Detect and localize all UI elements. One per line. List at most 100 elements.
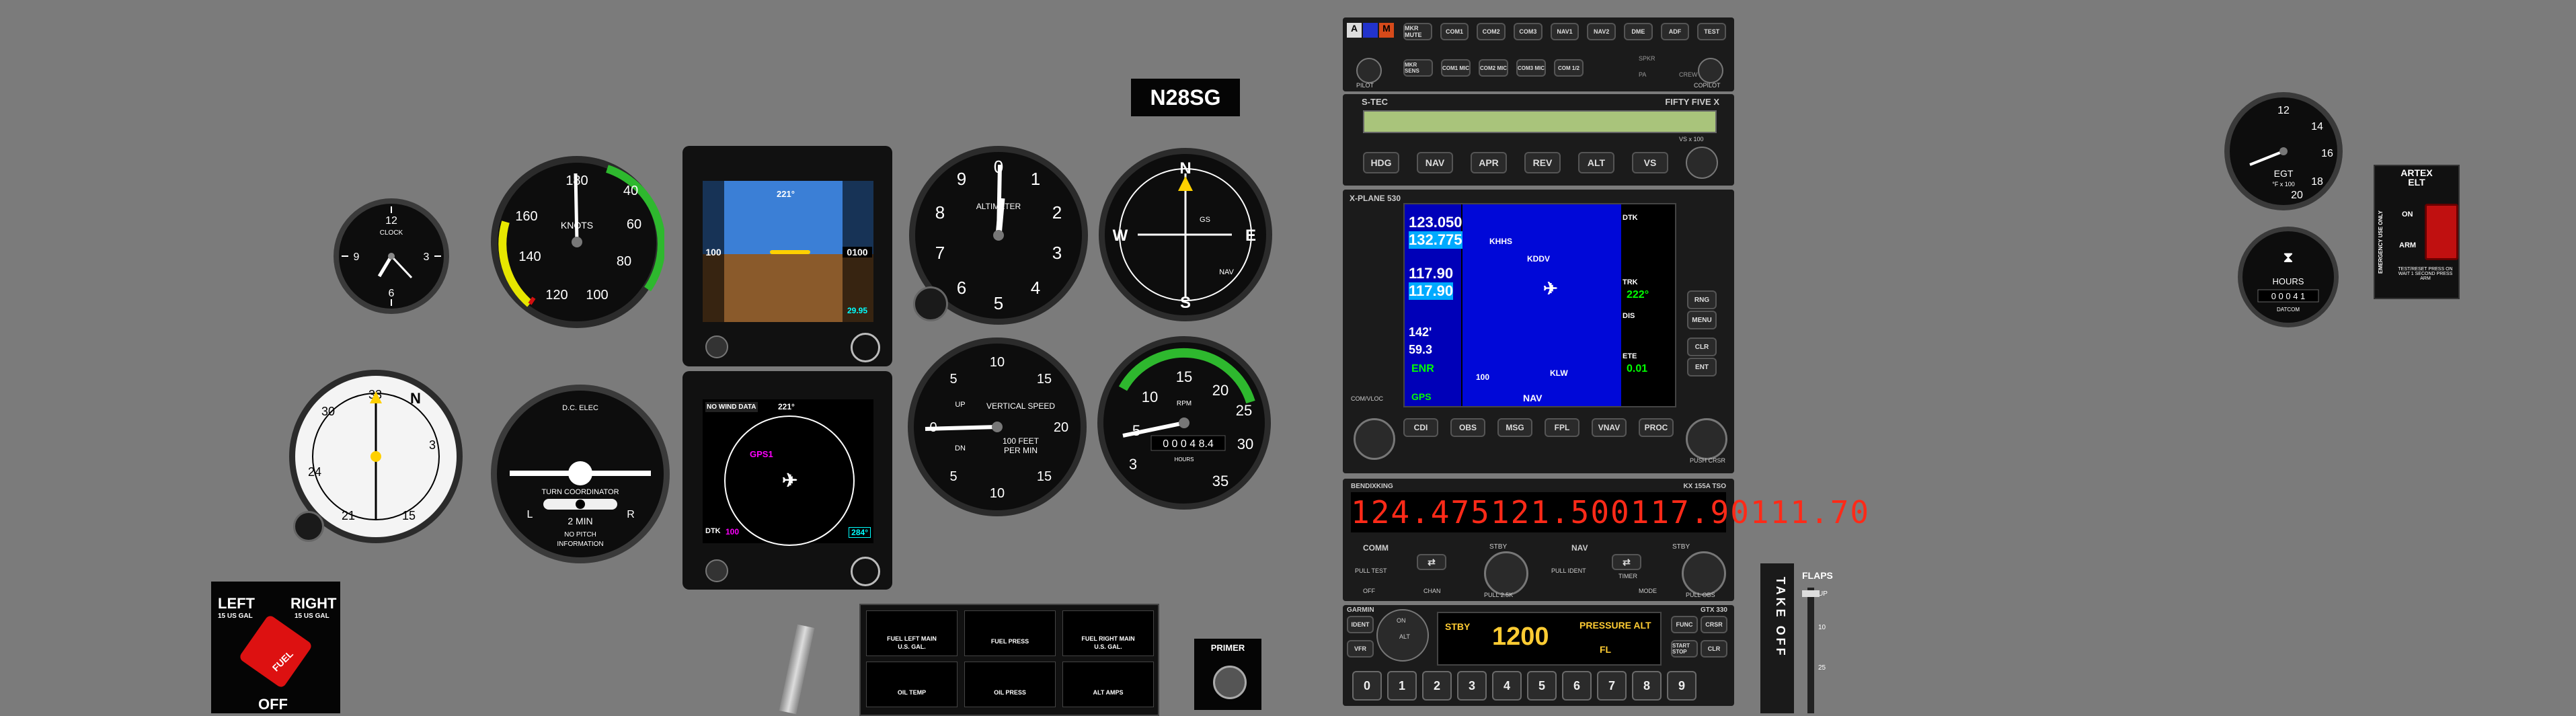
- gps-map: ✈ KDDV KHHS KLW NAV 100: [1462, 204, 1621, 406]
- flaps-label: FLAPS: [1802, 570, 1833, 581]
- off-label: OFF: [1363, 588, 1375, 594]
- mfd-power-button[interactable]: [705, 559, 728, 582]
- key-8[interactable]: 8: [1632, 671, 1662, 701]
- vsi-gauge: 0510 152015 105 UP DN VERTICAL SPEED 100…: [908, 337, 1087, 516]
- nav-button[interactable]: NAV: [1417, 152, 1453, 173]
- key-1[interactable]: 1: [1387, 671, 1417, 701]
- hdg-button[interactable]: HDG: [1363, 152, 1399, 173]
- alt-amps-gauge: ALT AMPS: [1062, 662, 1154, 707]
- crsr-button[interactable]: CRSR: [1701, 616, 1727, 633]
- svg-text:24: 24: [308, 465, 321, 479]
- gps-softkeys: CDI OBS MSG FPL VNAV PROC: [1403, 418, 1674, 437]
- vs-knob[interactable]: [1686, 147, 1718, 179]
- msg-button[interactable]: MSG: [1497, 418, 1532, 437]
- svg-text:1: 1: [1031, 169, 1040, 189]
- tc-note2: INFORMATION: [557, 541, 603, 548]
- key-3[interactable]: 3: [1457, 671, 1487, 701]
- pull-ident-label: PULL IDENT: [1551, 567, 1586, 574]
- fuel-valve-handle[interactable]: [238, 614, 313, 689]
- key-0[interactable]: 0: [1352, 671, 1382, 701]
- clr-button[interactable]: CLR: [1687, 337, 1717, 356]
- fuel-selector[interactable]: LEFT RIGHT 15 US GAL 15 US GAL FUEL OFF: [211, 582, 340, 713]
- com1-mic-button[interactable]: COM1 MIC: [1441, 59, 1471, 77]
- com-freq-knob[interactable]: [1484, 551, 1528, 596]
- pilot-volume-knob[interactable]: [1356, 58, 1382, 83]
- turn-coordinator: D.C. ELEC TURN COORDINATOR L R 2 MIN NO …: [491, 385, 670, 563]
- com-swap-button[interactable]: ⇄: [1417, 554, 1446, 570]
- com2-button[interactable]: COM2: [1477, 23, 1506, 40]
- key-2[interactable]: 2: [1422, 671, 1452, 701]
- fpl-button[interactable]: FPL: [1545, 418, 1579, 437]
- svg-text:12: 12: [2277, 105, 2290, 116]
- throttle-lever[interactable]: [779, 624, 815, 715]
- baro-knob[interactable]: [913, 286, 948, 321]
- tach-hours: HOURS: [1175, 456, 1194, 463]
- cdi-button[interactable]: CDI: [1403, 418, 1438, 437]
- nav-swap-button[interactable]: ⇄: [1612, 554, 1641, 570]
- kx-nav-active: 117.90: [1630, 494, 1750, 530]
- fuel-right-gauge: FUEL RIGHT MAIN U.S. GAL.: [1062, 610, 1154, 656]
- test-button[interactable]: TEST: [1697, 23, 1727, 40]
- clock-label: CLOCK: [380, 229, 403, 237]
- elt-title2: ELT: [2408, 177, 2425, 188]
- vs-button[interactable]: VS: [1632, 152, 1668, 173]
- egt-gauge: 12 14 16 18 20 EGT °F x 100: [2224, 92, 2343, 210]
- primer-knob[interactable]: [1213, 666, 1247, 699]
- vfr-button[interactable]: VFR: [1347, 640, 1374, 658]
- com3-mic-button[interactable]: COM3 MIC: [1516, 59, 1546, 77]
- svg-text:10: 10: [990, 355, 1005, 370]
- nav1-button[interactable]: NAV1: [1550, 23, 1579, 40]
- key-9[interactable]: 9: [1667, 671, 1696, 701]
- ident-button[interactable]: IDENT: [1347, 616, 1374, 633]
- com12-button[interactable]: COM 1/2: [1554, 59, 1584, 77]
- svg-text:35: 35: [1212, 473, 1228, 489]
- rng-button[interactable]: RNG: [1687, 290, 1717, 309]
- rev-button[interactable]: REV: [1524, 152, 1561, 173]
- adf-button[interactable]: ADF: [1660, 23, 1690, 40]
- elt-switch[interactable]: [2425, 204, 2458, 260]
- kx-com-active: 124.475: [1351, 494, 1491, 530]
- power-button[interactable]: [705, 335, 728, 358]
- nav2-button[interactable]: NAV2: [1587, 23, 1616, 40]
- com2-mic-button[interactable]: COM2 MIC: [1479, 59, 1508, 77]
- func-button[interactable]: FUNC: [1671, 616, 1698, 633]
- vsi-unit2: PER MIN: [1004, 446, 1038, 455]
- com1-button[interactable]: COM1: [1440, 23, 1469, 40]
- hobbs-sub: DATCOM: [2277, 307, 2300, 313]
- ent-button[interactable]: ENT: [1687, 358, 1717, 376]
- svg-text:6: 6: [389, 288, 395, 299]
- tc-left: L: [527, 509, 533, 520]
- key-7[interactable]: 7: [1597, 671, 1627, 701]
- com-vloc-knob[interactable]: [1354, 418, 1395, 460]
- heading-bug-knob[interactable]: [293, 511, 324, 542]
- apr-button[interactable]: APR: [1471, 152, 1507, 173]
- mkr-sens-button[interactable]: MKR SENS: [1403, 59, 1433, 77]
- mfd-knob[interactable]: [851, 557, 880, 586]
- gtx-clr-button[interactable]: CLR: [1701, 640, 1727, 658]
- dme-button[interactable]: DME: [1624, 23, 1653, 40]
- crsr-knob[interactable]: [1686, 418, 1727, 460]
- copilot-volume-knob[interactable]: [1698, 58, 1723, 83]
- vsi-up: UP: [955, 401, 965, 409]
- gps530-unit: X-PLANE 530 123.050 132.775 117.90 117.9…: [1343, 190, 1734, 473]
- flaps-control[interactable]: TAKE OFF FLAPS UP 10 25: [1760, 563, 1833, 713]
- start-stop-button[interactable]: START STOP: [1671, 640, 1698, 658]
- pfd-knob[interactable]: [851, 333, 880, 362]
- key-6[interactable]: 6: [1562, 671, 1592, 701]
- vnav-button[interactable]: VNAV: [1592, 418, 1627, 437]
- flaps-handle[interactable]: [1802, 590, 1820, 597]
- kx-stby-label-2: STBY: [1672, 543, 1690, 551]
- menu-button[interactable]: MENU: [1687, 311, 1717, 329]
- proc-button[interactable]: PROC: [1639, 418, 1674, 437]
- nav-freq-knob[interactable]: [1682, 551, 1726, 596]
- egt-unit: °F x 100: [2272, 181, 2295, 188]
- key-4[interactable]: 4: [1492, 671, 1522, 701]
- primer-control[interactable]: PRIMER: [1194, 639, 1261, 710]
- key-5[interactable]: 5: [1527, 671, 1557, 701]
- com3-button[interactable]: COM3: [1514, 23, 1543, 40]
- pfd-baro: 29.95: [847, 306, 868, 315]
- mkr-mute-button[interactable]: MKR MUTE: [1403, 23, 1432, 40]
- obs-button[interactable]: OBS: [1450, 418, 1485, 437]
- alt-button[interactable]: ALT: [1578, 152, 1614, 173]
- svg-text:5: 5: [994, 293, 1003, 313]
